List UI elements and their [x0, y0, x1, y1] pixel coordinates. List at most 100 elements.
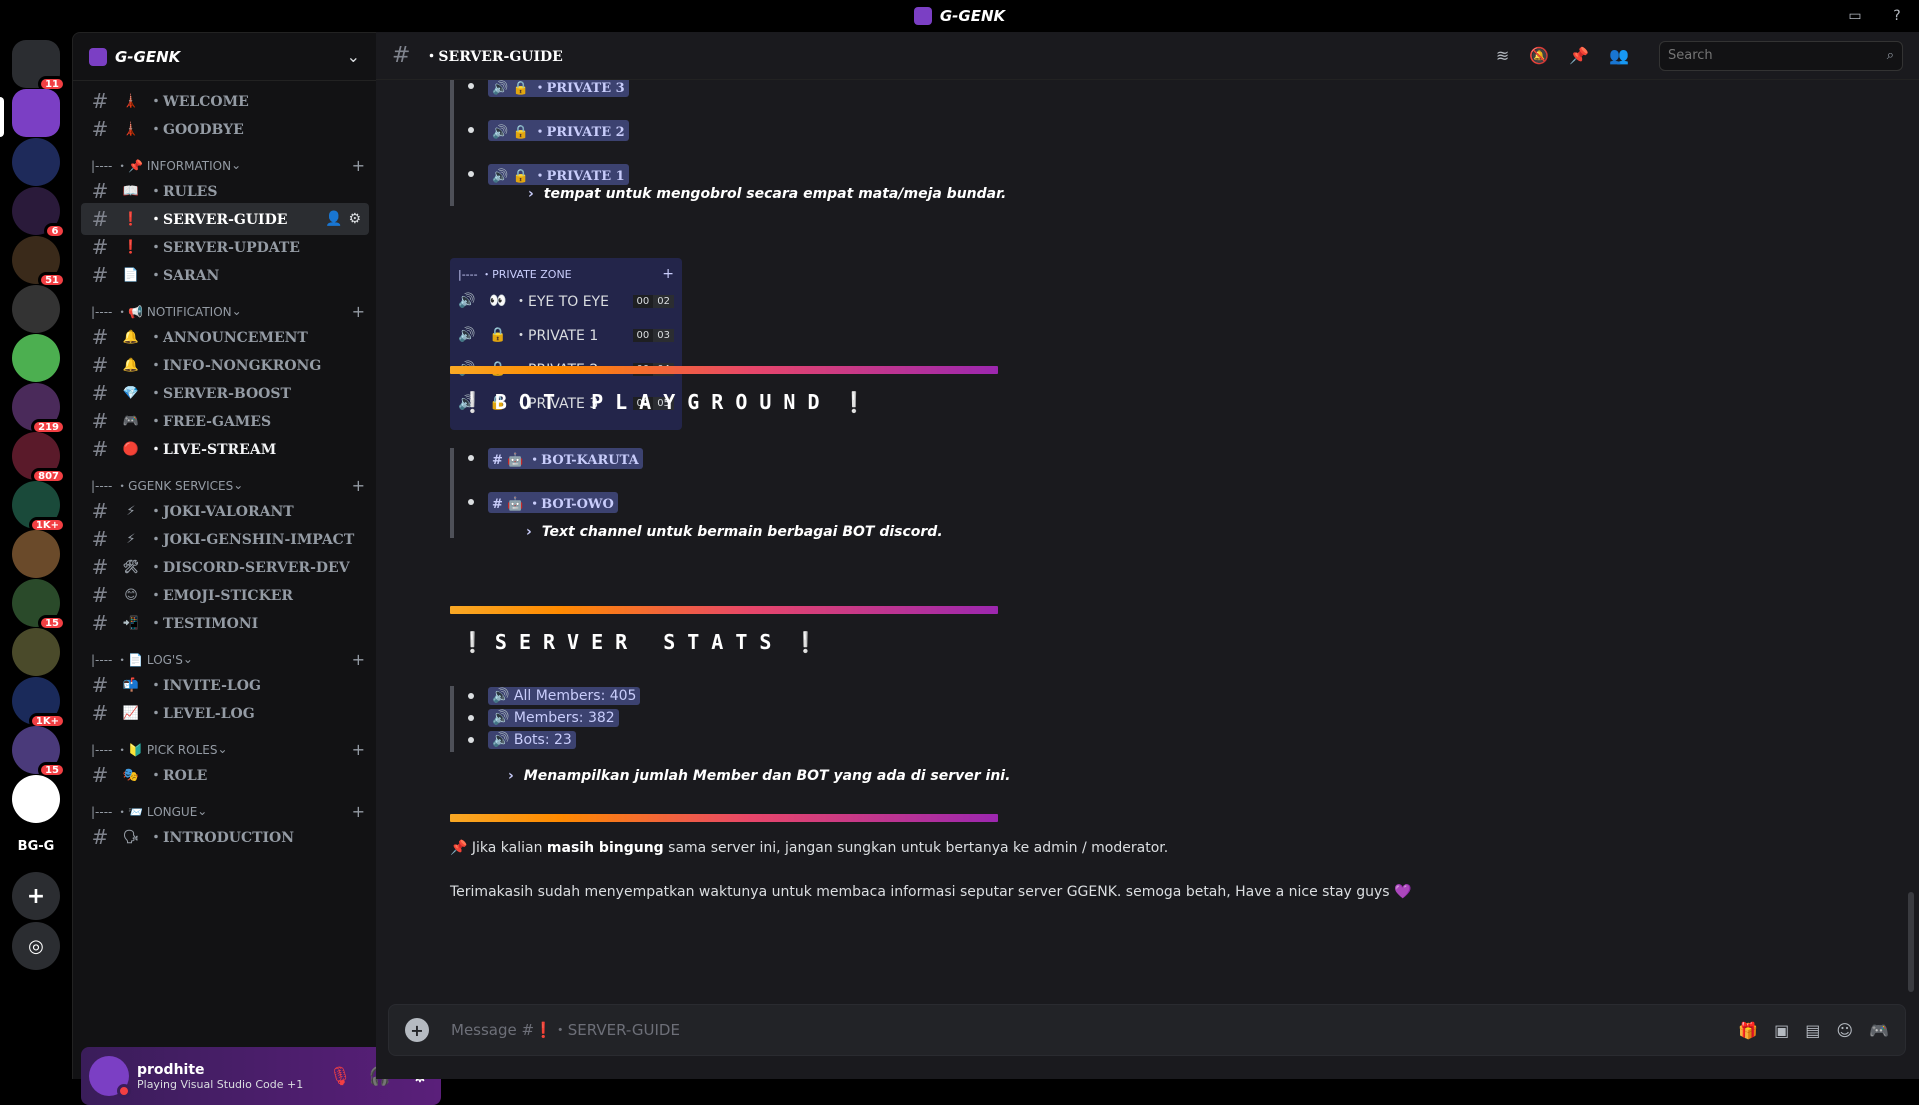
hash-icon: #: [91, 235, 109, 259]
server-icon-server-3[interactable]: [12, 138, 60, 186]
mute-icon[interactable]: 🎙: [327, 1066, 353, 1087]
plus-icon[interactable]: +: [662, 266, 674, 282]
search-input[interactable]: [1668, 48, 1887, 63]
category-label: |---- ・📢 NOTIFICATION: [91, 304, 232, 319]
sidebar-item-channel[interactable]: # 🔴 ・LIVE-STREAM: [81, 433, 369, 465]
channel-mention[interactable]: # 🤖 ・BOT-KARUTA: [488, 447, 643, 469]
server-icon-folder-1[interactable]: 219: [12, 383, 66, 435]
server-icon-folder-6[interactable]: 1K+: [12, 677, 66, 729]
server-icon-folder-2[interactable]: 807: [12, 432, 66, 484]
category-header[interactable]: |---- ・📨 LONGUE ⌄ +: [91, 801, 371, 821]
list-item: 🔊 🔒 ・PRIVATE 1: [468, 163, 1006, 185]
channel-emoji: 🎮: [122, 413, 140, 429]
chevron-down-icon: ⌄: [182, 652, 193, 666]
add-server-icon[interactable]: +: [12, 872, 60, 920]
channel-mention[interactable]: # 🤖 ・BOT-OWO: [488, 491, 618, 513]
server-icon-home[interactable]: 11: [12, 40, 66, 92]
server-icon-folder-4[interactable]: 15: [12, 579, 66, 631]
category-header[interactable]: |---- ・GGENK SERVICES ⌄ +: [91, 475, 371, 495]
sidebar-item-channel[interactable]: # 🗣 ・INTRODUCTION: [81, 821, 369, 853]
sticker-icon[interactable]: ▤: [1805, 1021, 1820, 1040]
plus-icon[interactable]: +: [352, 740, 365, 759]
notification-bell-icon[interactable]: 🔕: [1529, 46, 1549, 65]
server-icon-server-6[interactable]: [12, 285, 60, 333]
invite-icon[interactable]: 👤: [325, 211, 342, 227]
message-input[interactable]: [451, 1021, 1739, 1039]
server-icon-ggenk-server[interactable]: [12, 89, 60, 137]
hash-icon: #: [91, 701, 109, 725]
plus-icon[interactable]: +: [352, 802, 365, 821]
chevron-down-icon: ⌄: [233, 478, 244, 492]
mention-label: ・BOT-KARUTA: [528, 452, 639, 468]
bullet: [468, 455, 474, 461]
channel-emoji: 📈: [122, 705, 140, 721]
channel-mention[interactable]: 🔊 🔒 ・PRIVATE 3: [488, 80, 629, 97]
server-icon-folder-7[interactable]: 15: [12, 726, 66, 778]
gift-icon[interactable]: 🎁: [1738, 1021, 1758, 1040]
channel-mention[interactable]: 🔊 🔒 ・PRIVATE 1: [488, 163, 629, 185]
sidebar-item-channel[interactable]: # 📄 ・SARAN: [81, 259, 369, 291]
chevron-down-icon: ⌄: [346, 47, 360, 66]
category-header[interactable]: |---- ・📢 NOTIFICATION ⌄ +: [91, 301, 371, 321]
embed-category-label: |---- ・PRIVATE ZONE: [458, 268, 572, 281]
server-icon-server-16[interactable]: [12, 775, 60, 823]
bot-list: # 🤖 ・BOT-KARUTA # 🤖 ・BOT-OWO › Text chann…: [450, 447, 943, 540]
emoji-icon[interactable]: ☺: [1836, 1021, 1853, 1040]
server-icon-folder-3[interactable]: 1K+: [12, 481, 66, 533]
window-title: G-GENK: [939, 7, 1006, 25]
channel-mention[interactable]: 🔊 Bots: 23: [488, 731, 576, 749]
message-list: 🔊 🔒 ・PRIVATE 3 🔊 🔒 ・PRIVATE 2 🔊 🔒 ・PRIVA…: [376, 80, 1906, 1004]
voice-channel-item[interactable]: 🔊 🔒 ・PRIVATE 1 00 03: [458, 318, 674, 352]
sidebar-item-channel[interactable]: # 🗼 ・GOODBYE: [81, 113, 369, 145]
bullet: [468, 737, 474, 743]
plus-icon[interactable]: +: [352, 156, 365, 175]
channel-label: ・SERVER-UPDATE: [149, 240, 300, 256]
channel-mention[interactable]: 🔊 🔒 ・PRIVATE 2: [488, 119, 629, 141]
server-header[interactable]: G-GENK ⌄: [73, 33, 376, 81]
threads-icon[interactable]: ≋: [1496, 46, 1509, 65]
pin-icon[interactable]: 📌: [1569, 46, 1589, 65]
sidebar-item-channel[interactable]: # 📲 ・TESTIMONI: [81, 607, 369, 639]
help-icon[interactable]: ?: [1887, 6, 1907, 26]
member-list-icon[interactable]: 👥: [1609, 46, 1629, 65]
sidebar-item-channel[interactable]: # 🎭 ・ROLE: [81, 759, 369, 791]
title-bar-actions: ▭ ?: [1845, 6, 1907, 26]
voice-channel-item[interactable]: 🔊 👀 ・EYE TO EYE 00 02: [458, 284, 674, 318]
bot-description: › Text channel untuk bermain berbagai BOT…: [468, 524, 943, 540]
category-header[interactable]: |---- ・📌 INFORMATION ⌄ +: [91, 155, 371, 175]
help-text-pre: Jika kalian: [471, 840, 547, 856]
category-header[interactable]: |---- ・🔰 PICK ROLES ⌄ +: [91, 739, 371, 759]
search-box[interactable]: ⌕: [1659, 40, 1903, 71]
channel-label: ・RULES: [149, 184, 218, 200]
sidebar-item-channel[interactable]: # 📈 ・LEVEL-LOG: [81, 697, 369, 729]
inbox-icon[interactable]: ▭: [1845, 6, 1865, 26]
category-header[interactable]: |---- ・📄 LOG'S ⌄ +: [91, 649, 371, 669]
channel-mention[interactable]: 🔊 Members: 382: [488, 709, 619, 727]
server-text-icon[interactable]: BG-G: [12, 822, 60, 870]
server-icon-server-7[interactable]: [12, 334, 60, 382]
gear-icon[interactable]: ⚙: [348, 211, 361, 227]
avatar[interactable]: [89, 1056, 131, 1098]
discover-icon[interactable]: ◎: [12, 922, 60, 970]
server-icon-server-11[interactable]: [12, 530, 60, 578]
divider: [450, 814, 998, 822]
user-info[interactable]: prodhite Playing Visual Studio Code +1: [137, 1062, 327, 1091]
activity-icon[interactable]: 🎮: [1869, 1021, 1889, 1040]
gif-icon[interactable]: ▣: [1774, 1021, 1789, 1040]
server-icon-folder-5[interactable]: [12, 628, 60, 676]
list-item: # 🤖 ・BOT-KARUTA: [468, 447, 943, 469]
plus-icon[interactable]: +: [352, 476, 365, 495]
scrollbar-thumb[interactable]: [1908, 892, 1914, 992]
server-icon-server-4[interactable]: 6: [12, 187, 66, 239]
add-attachment-icon[interactable]: +: [405, 1018, 429, 1042]
list-item: 🔊 Members: 382: [468, 708, 640, 728]
server-stats-heading: ❕ SERVER STATS ❕: [460, 630, 819, 654]
plus-icon[interactable]: +: [352, 302, 365, 321]
channel-emoji: 🔴: [122, 441, 140, 457]
voice-channel-label: ・PRIVATE 1: [514, 328, 599, 344]
user-status: Playing Visual Studio Code +1: [137, 1077, 304, 1091]
channel-mention[interactable]: 🔊 All Members: 405: [488, 687, 641, 705]
channel-emoji: 🎭: [122, 767, 140, 783]
plus-icon[interactable]: +: [352, 650, 365, 669]
server-icon-server-5[interactable]: 51: [12, 236, 66, 288]
